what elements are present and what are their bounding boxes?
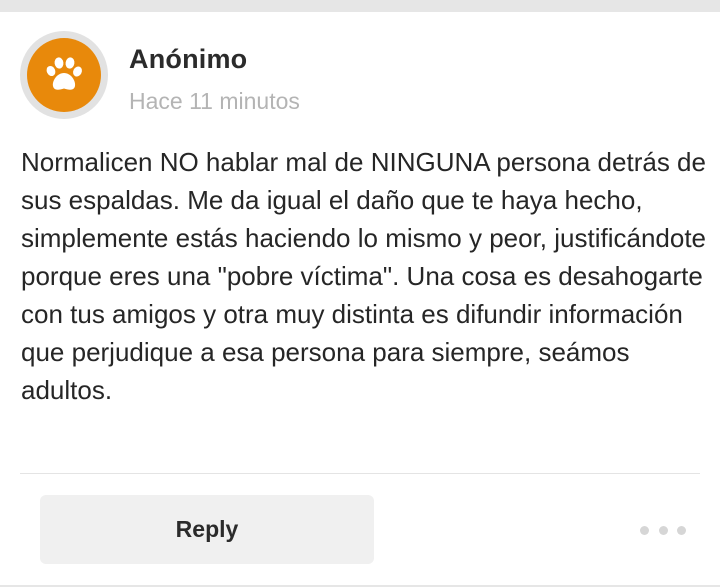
more-dot: [677, 525, 686, 535]
author-name: Anónimo: [129, 44, 248, 74]
post-body: Normalicen NO hablar mal de NINGUNA pers…: [21, 147, 707, 405]
reply-button[interactable]: Reply: [40, 495, 374, 564]
paw-icon: [46, 57, 82, 90]
more-dot: [658, 525, 668, 535]
post-timestamp: Hace 11 minutos: [129, 88, 300, 114]
avatar[interactable]: [20, 31, 108, 119]
more-dot: [640, 525, 649, 535]
more-dots-icon[interactable]: [640, 518, 686, 542]
post-card: Anónimo Hace 11 minutos Normalicen NO ha…: [0, 12, 720, 585]
avatar-circle: [27, 38, 101, 112]
divider: [20, 473, 700, 474]
